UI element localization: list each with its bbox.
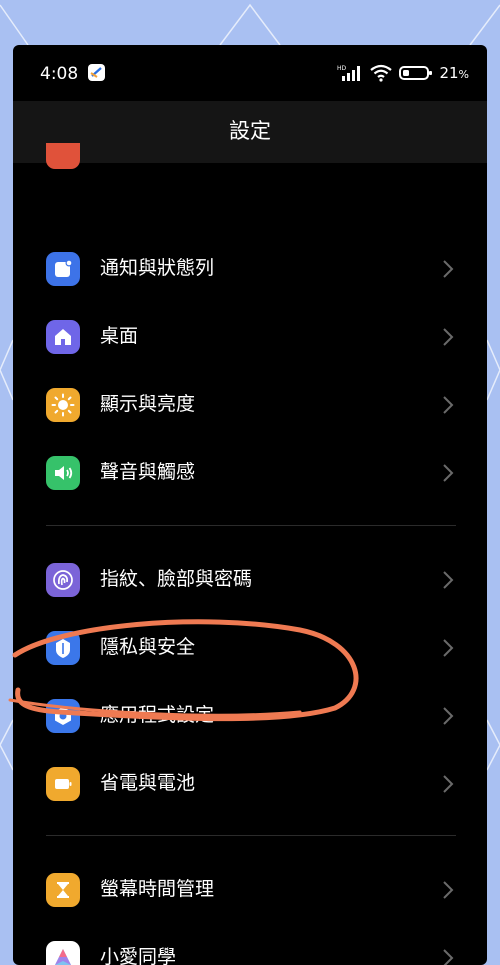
section-divider [46,835,456,836]
hourglass-icon [46,873,80,907]
wifi-icon [370,64,393,82]
settings-item-notifications[interactable]: 通知與狀態列 [13,235,487,303]
settings-item-label: 指紋、臉部與密碼 [100,568,253,590]
settings-item-sound[interactable]: 聲音與觸感 [13,439,487,507]
settings-item-battery[interactable]: 省電與電池 [13,750,487,818]
settings-item-fingerprint[interactable]: 指紋、臉部與密碼 [13,546,487,614]
status-time: 4:08 [40,64,79,84]
notification-icon [46,252,80,286]
battery-icon [46,767,80,801]
fingerprint-icon [46,563,80,597]
settings-item-label: 隱私與安全 [100,636,196,658]
chevron-right-icon [443,949,454,965]
settings-item-app-settings[interactable]: 應用程式設定 [13,682,487,750]
shield-icon [46,631,80,665]
page-title: 設定 [229,119,271,143]
partial-item-icon [46,143,80,169]
signal-icon: HD [337,65,361,81]
chevron-right-icon [443,260,454,278]
sun-icon [46,388,80,422]
settings-item-label: 應用程式設定 [100,704,215,726]
settings-item-privacy[interactable]: 隱私與安全 [13,614,487,682]
status-indicators: HD 21% [337,63,469,83]
chevron-right-icon [443,464,454,482]
battery-status-icon [399,66,433,80]
chevron-right-icon [443,396,454,414]
settings-item-label: 螢幕時間管理 [100,878,215,900]
hexagon-gear-icon [46,699,80,733]
settings-item-label: 通知與狀態列 [100,257,215,279]
settings-item-display[interactable]: 顯示與亮度 [13,371,487,439]
battery-percent: 21% [439,64,469,82]
home-icon [46,320,80,354]
app-notification-icon [88,64,105,81]
chevron-right-icon [443,707,454,725]
chevron-right-icon [443,639,454,657]
settings-item-desktop[interactable]: 桌面 [13,303,487,371]
settings-item-label: 小愛同學 [100,946,177,965]
settings-item-label: 省電與電池 [100,772,196,794]
phone-screen: 4:08 HD 21% 設定 通知與狀態列 桌面 顯示與亮度 聲音與觸感 指紋、… [13,45,487,965]
chevron-right-icon [443,328,454,346]
chevron-right-icon [443,881,454,899]
settings-item-label: 聲音與觸感 [100,461,196,483]
status-bar: 4:08 HD 21% [13,45,487,101]
chevron-right-icon [443,775,454,793]
speaker-icon [46,456,80,490]
assistant-icon [46,941,80,965]
settings-item-label: 桌面 [100,325,139,347]
chevron-right-icon [443,571,454,589]
settings-item-screen-time[interactable]: 螢幕時間管理 [13,856,487,924]
settings-header: 設定 [13,101,487,163]
settings-item-assistant[interactable]: 小愛同學 [13,924,487,965]
network-label: HD [337,65,347,72]
settings-item-label: 顯示與亮度 [100,393,196,415]
section-divider [46,525,456,526]
